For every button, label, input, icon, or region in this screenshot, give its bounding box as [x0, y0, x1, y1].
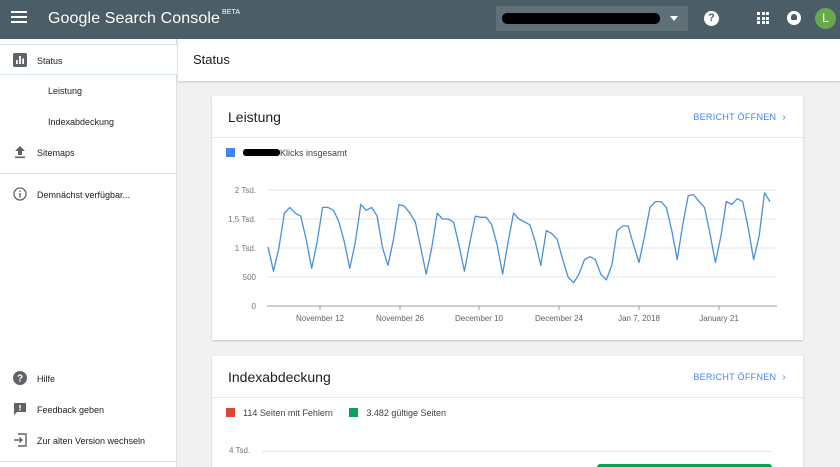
- info-icon: [13, 187, 27, 201]
- y-tick-label: 1 Tsd.: [235, 244, 256, 253]
- card-title: Indexabdeckung: [228, 369, 331, 385]
- coverage-card: Indexabdeckung BERICHT ÖFFNEN › 114 Seite…: [212, 356, 803, 467]
- top-app-bar: Google Search Console BETA ? L: [0, 0, 840, 39]
- sidebar-item-leistung[interactable]: Leistung: [0, 75, 177, 106]
- sidebar-item-old-version[interactable]: Zur alten Version wechseln: [0, 425, 177, 456]
- help-circle-icon: ?: [13, 371, 27, 385]
- x-tick-label: December 24: [535, 314, 584, 323]
- sidebar-divider: [0, 173, 177, 174]
- sidebar-item-indexabdeckung[interactable]: Indexabdeckung: [0, 106, 177, 137]
- performance-card: Leistung BERICHT ÖFFNEN › Klicks insgesam…: [212, 96, 803, 340]
- sidebar-item-coming-soon[interactable]: Demnächst verfügbar...: [0, 179, 177, 210]
- card-divider: [212, 397, 803, 398]
- exit-icon: [14, 433, 27, 447]
- sidebar-item-label: Indexabdeckung: [48, 117, 115, 127]
- sidebar-item-sitemaps[interactable]: Sitemaps: [0, 137, 177, 168]
- x-tick-label: January 21: [699, 314, 739, 323]
- sidebar-item-feedback[interactable]: Feedback geben: [0, 394, 177, 425]
- y-tick-label: 500: [243, 273, 257, 282]
- app-title[interactable]: Google Search Console BETA: [48, 9, 241, 28]
- hamburger-menu-icon[interactable]: [11, 11, 27, 25]
- sidebar-item-label: Hilfe: [37, 374, 56, 384]
- sidebar-item-label: Sitemaps: [37, 148, 75, 158]
- y-tick-label: 4 Tsd.: [229, 446, 251, 455]
- x-tick-label: December 10: [455, 314, 504, 323]
- notifications-icon[interactable]: [787, 11, 801, 25]
- bar-chart-icon: [13, 53, 27, 67]
- gridline: [262, 451, 772, 452]
- app-title-text: Google Search Console: [48, 10, 220, 27]
- legend-swatch-errors: [226, 408, 235, 417]
- apps-grid-icon[interactable]: [757, 12, 769, 24]
- beta-badge: BETA: [221, 9, 241, 16]
- upload-icon: [15, 146, 25, 159]
- sidebar-item-help[interactable]: ? Hilfe: [0, 363, 177, 394]
- dropdown-caret-icon: [670, 16, 678, 21]
- chart-legend: 114 Seiten mit Fehlern 3.482 gültige Sei…: [226, 408, 446, 418]
- sidebar-item-label: Leistung: [48, 86, 83, 96]
- sidebar-item-label: Zur alten Version wechseln: [37, 436, 146, 446]
- sidebar-item-label: Status: [37, 56, 63, 66]
- y-tick-label: 1,5 Tsd.: [228, 215, 256, 224]
- open-report-label: BERICHT ÖFFNEN: [693, 372, 777, 382]
- help-icon[interactable]: ?: [704, 11, 719, 26]
- sidebar-divider: [0, 461, 177, 462]
- open-report-button[interactable]: BERICHT ÖFFNEN ›: [693, 372, 786, 383]
- svg-text:?: ?: [17, 374, 23, 385]
- sidebar-item-status[interactable]: Status: [0, 44, 177, 75]
- page-title: Status: [193, 52, 230, 67]
- legend-valid-label: 3.482 gültige Seiten: [366, 408, 446, 418]
- x-tick-label: Jan 7, 2018: [618, 314, 660, 323]
- sidebar-item-label: Demnächst verfügbar...: [37, 190, 131, 200]
- x-tick-label: November 26: [376, 314, 425, 323]
- sidebar-item-label: Feedback geben: [37, 405, 105, 415]
- legend-errors-label: 114 Seiten mit Fehlern: [243, 408, 333, 418]
- sidebar: Status Leistung Indexabdeckung Sitemaps …: [0, 39, 177, 467]
- chevron-right-icon: ›: [782, 372, 786, 383]
- legend-swatch-valid: [349, 408, 359, 417]
- feedback-icon: [14, 403, 26, 415]
- x-tick-label: November 12: [296, 314, 345, 323]
- page-header: Status: [178, 39, 840, 81]
- redacted-property-name: [502, 13, 660, 24]
- performance-line-chart: 0 500 1 Tsd. 1,5 Tsd. 2 Tsd. November 12 Novem…: [228, 186, 777, 323]
- y-tick-label: 2 Tsd.: [235, 186, 256, 195]
- property-selector[interactable]: [496, 6, 688, 31]
- clicks-series-line: [267, 192, 771, 284]
- avatar[interactable]: L: [815, 8, 836, 29]
- y-tick-label: 0: [252, 302, 257, 311]
